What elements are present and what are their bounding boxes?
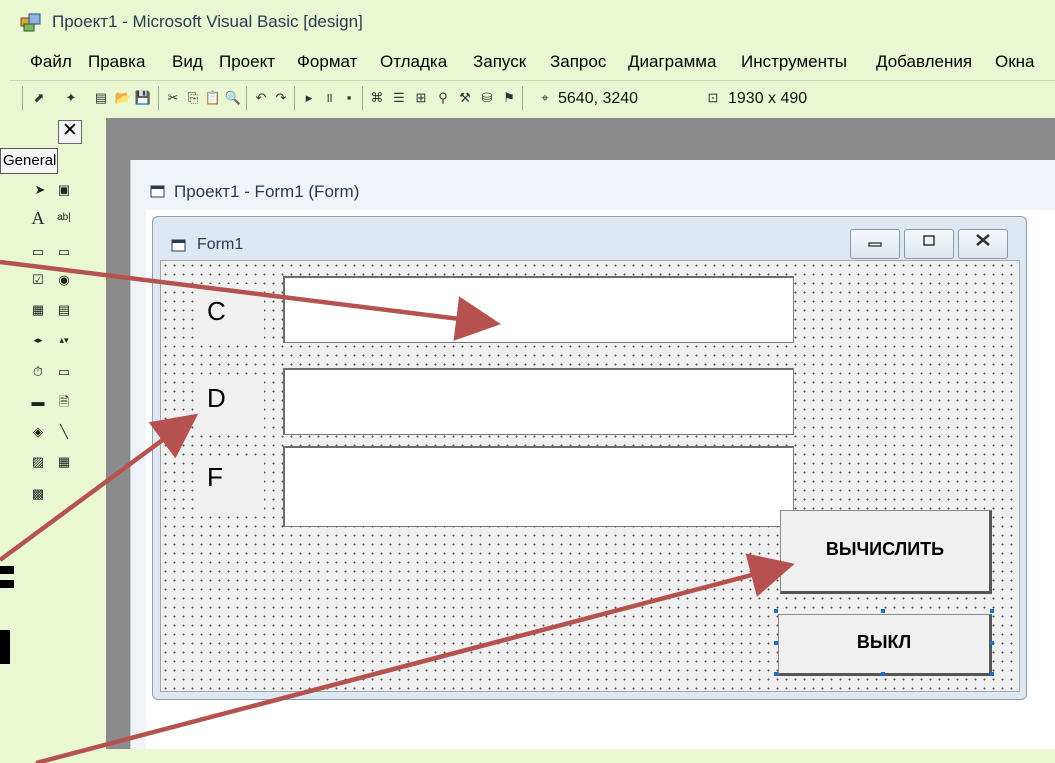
arrow-to-textbox-c: [0, 259, 501, 341]
arrow-to-calculate-button: [35, 553, 795, 763]
annotation-arrows: [0, 259, 795, 763]
arrow-to-label-d: [0, 413, 199, 562]
